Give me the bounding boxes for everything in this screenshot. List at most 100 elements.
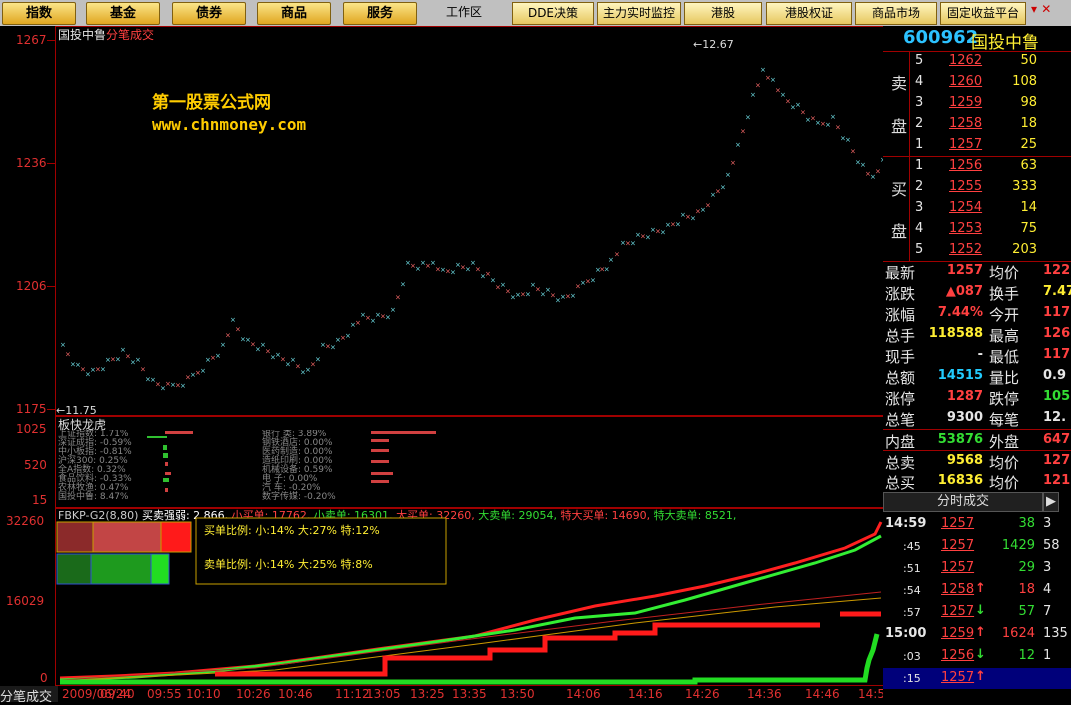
trade-price: 1257 — [941, 560, 975, 575]
tab-time-sales[interactable]: 分时成交 — [883, 492, 1043, 512]
price-tick-dot: × — [735, 141, 741, 149]
board-y-label: 520 — [24, 458, 47, 472]
time-axis-label: 10:10 — [186, 687, 221, 701]
stat-label: 最高 — [989, 327, 1020, 345]
trade-row[interactable]: :57 1257 ↓ 57 7 — [883, 602, 1071, 623]
menu-main-force[interactable]: 主力实时监控 — [597, 2, 681, 25]
high-marker-value: 12.67 — [702, 38, 734, 51]
quote-stat-row: 现手 - 最低 117 — [883, 345, 1071, 366]
flow-y-label: 32260 — [6, 514, 45, 528]
trade-time: :45 — [903, 540, 921, 553]
stat-label: 涨幅 — [885, 306, 916, 324]
tab-next-arrow[interactable]: ▶ — [1043, 492, 1059, 512]
menu-hk-warrant[interactable]: 港股权证 — [766, 2, 852, 25]
quote-stat-row: 总手 118588 最高 126 — [883, 324, 1071, 345]
trade-row[interactable]: :51 1257 29 3 — [883, 558, 1071, 579]
board-bar — [163, 478, 169, 482]
bid-row[interactable]: 2 1255 333 — [883, 177, 1071, 198]
trade-count: 7 — [1043, 604, 1052, 619]
bid-row[interactable]: 4 1253 75 — [883, 219, 1071, 240]
trade-row[interactable]: :15 1257 ↑ — [883, 668, 1071, 689]
stat-value: 117 — [1043, 347, 1071, 362]
trade-row[interactable]: 14:59 1257 38 3 — [883, 514, 1071, 535]
level: 1 — [915, 158, 924, 173]
price-tick-dots: ××× ×××× × ×× × ×××× ××× ×××× × × ×× × × ×× × ×××××× ×××… — [60, 66, 884, 393]
menu-dde[interactable]: DDE决策 — [512, 2, 594, 25]
price: 1257 — [949, 137, 983, 152]
trade-arrow-icon: ↑ — [975, 625, 986, 640]
price-tick-dot: × — [604, 265, 610, 273]
level: 3 — [915, 95, 924, 110]
stat-value: 118588 — [928, 326, 983, 341]
price-tick-dot: × — [60, 341, 66, 349]
volume: 98 — [1020, 95, 1037, 110]
trade-time: :51 — [903, 562, 921, 575]
price-tick-dot: × — [830, 113, 836, 121]
ask-row[interactable]: 5 1262 50 — [883, 51, 1071, 72]
quote-stat-row: 涨停 1287 跌停 105 — [883, 387, 1071, 408]
price-tick-dot: × — [845, 136, 851, 144]
stat-value: 7.47 — [1043, 284, 1071, 299]
flow-y-label: 0 — [40, 671, 48, 685]
time-axis-label: 13:25 — [410, 687, 445, 701]
volume: 50 — [1020, 53, 1037, 68]
stat-label: 总额 — [885, 369, 916, 387]
stat-label: 总手 — [885, 327, 916, 345]
price-tick-dot: × — [180, 382, 186, 390]
menu-commodity-market[interactable]: 商品市场 — [855, 2, 937, 25]
trade-count: 1 — [1043, 648, 1052, 663]
ask-row[interactable]: 3 1259 98 — [883, 93, 1071, 114]
window-controls-icon[interactable]: ▾ ✕ — [1031, 2, 1051, 16]
stat-value: 0.9 — [1043, 368, 1067, 383]
ask-row[interactable]: 4 1260 108 — [883, 72, 1071, 93]
board-bar — [371, 472, 393, 475]
workspace-label[interactable]: 工作区 — [446, 2, 496, 23]
bid-row[interactable]: 3 1254 14 — [883, 198, 1071, 219]
tab-tick-detail[interactable]: 分笔成交 — [0, 686, 58, 705]
price-tick-dot: × — [525, 290, 531, 298]
trade-row[interactable]: 15:00 1259 ↑ 1624 135 — [883, 624, 1071, 645]
trade-volume: 12 — [1018, 648, 1035, 663]
menu-hk-stock[interactable]: 港股 — [684, 2, 762, 25]
flow-y-label: 16029 — [6, 594, 45, 608]
bid-row[interactable]: 1 1256 63 — [883, 156, 1071, 177]
price-tick-dot: × — [745, 114, 751, 122]
trade-row[interactable]: :45 1257 1429 58 — [883, 536, 1071, 557]
price-tick-dot: × — [740, 127, 746, 135]
trade-volume: 18 — [1018, 582, 1035, 597]
trade-row[interactable]: :03 1256 ↓ 12 1 — [883, 646, 1071, 667]
price-y-tick — [47, 409, 55, 410]
price: 1256 — [949, 158, 983, 173]
stat-label: 总卖 — [885, 454, 916, 472]
window-controls[interactable]: ▾ ✕ — [1031, 2, 1071, 23]
volume: 14 — [1020, 200, 1037, 215]
price: 1254 — [949, 200, 983, 215]
price-tick-dot: × — [850, 147, 856, 155]
trade-volume: 38 — [1018, 516, 1035, 531]
price-tick-dot: × — [400, 281, 406, 289]
ask-row[interactable]: 1 1257 25 — [883, 135, 1071, 156]
level: 2 — [915, 179, 924, 194]
menu-fixed-income[interactable]: 固定收益平台 — [940, 2, 1026, 25]
board-y-label: 1025 — [16, 422, 47, 436]
flow-chart-svg — [56, 517, 883, 685]
price-tick-dot: × — [230, 316, 236, 324]
menu-fund[interactable]: 基金 — [86, 2, 160, 25]
trade-volume: 1429 — [1001, 538, 1035, 553]
trade-row[interactable]: :54 1258 ↑ 18 4 — [883, 580, 1071, 601]
menu-service[interactable]: 服务 — [343, 2, 417, 25]
menu-bond[interactable]: 债券 — [172, 2, 246, 25]
menu-index[interactable]: 指数 — [2, 2, 76, 25]
ask-row[interactable]: 2 1258 18 — [883, 114, 1071, 135]
stat-label: 内盘 — [885, 433, 916, 451]
menu-commodity[interactable]: 商品 — [257, 2, 331, 25]
level: 2 — [915, 116, 924, 131]
time-axis-label: 14:26 — [685, 687, 720, 701]
volume: 18 — [1020, 116, 1037, 131]
trade-time: :57 — [903, 606, 921, 619]
bid-row[interactable]: 5 1252 203 — [883, 240, 1071, 261]
price-y-label: 1267 — [16, 33, 47, 47]
level: 4 — [915, 74, 924, 89]
price-tick-dot: × — [755, 82, 761, 90]
time-axis-label: 14:36 — [747, 687, 782, 701]
